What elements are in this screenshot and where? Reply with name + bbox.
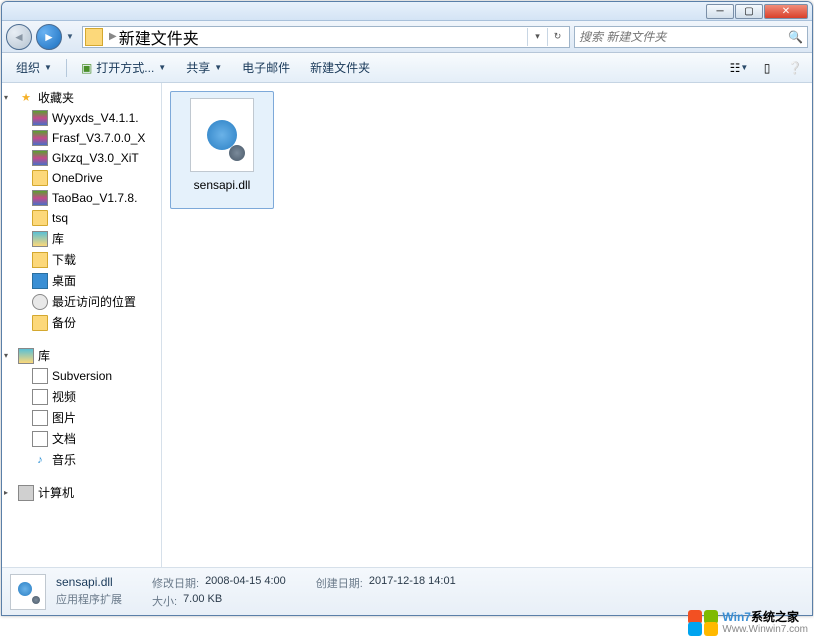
preview-pane-button[interactable]: ▯: [756, 57, 778, 79]
collapse-icon[interactable]: ▾: [4, 351, 8, 360]
forward-button[interactable]: ►: [36, 24, 62, 50]
history-dropdown[interactable]: ▼: [66, 32, 78, 41]
dropdown-icon: ▼: [214, 63, 222, 72]
dll-file-icon: [190, 98, 254, 172]
navigation-pane[interactable]: ▾ ★ 收藏夹 Wyyxds_V4.1.1. Frasf_V3.7.0.0_X …: [2, 83, 162, 567]
archive-icon: [32, 130, 48, 146]
close-button[interactable]: ✕: [764, 4, 808, 19]
libraries-header[interactable]: ▾ 库: [2, 345, 161, 366]
size-value: 7.00 KB: [183, 593, 222, 609]
refresh-button[interactable]: ↻: [547, 28, 567, 46]
explorer-window: ─ ▢ ✕ ◄ ► ▼ ▶ 新建文件夹 ▾ ↻ 🔍 组织 ▼ ▣ 打开方式...…: [1, 1, 813, 616]
sidebar-item[interactable]: 图片: [2, 407, 161, 428]
created-label: 创建日期:: [316, 575, 363, 591]
archive-icon: [32, 150, 48, 166]
sidebar-item[interactable]: Subversion: [2, 366, 161, 386]
expand-icon[interactable]: ▸: [4, 488, 8, 497]
file-name: sensapi.dll: [194, 178, 251, 192]
folder-icon: [32, 170, 48, 186]
details-pane: sensapi.dll 应用程序扩展 修改日期:2008-04-15 4:00 …: [2, 567, 812, 615]
content-area[interactable]: sensapi.dll: [162, 83, 812, 567]
library-icon: [32, 231, 48, 247]
sidebar-item[interactable]: Glxzq_V3.0_XiT: [2, 148, 161, 168]
sidebar-item[interactable]: 桌面: [2, 270, 161, 291]
collapse-icon[interactable]: ▾: [4, 93, 8, 102]
dll-file-icon: [10, 574, 46, 610]
computer-icon: [18, 485, 34, 501]
path-segment[interactable]: 新建文件夹: [119, 25, 199, 49]
address-dropdown[interactable]: ▾: [527, 28, 547, 46]
sidebar-item[interactable]: OneDrive: [2, 168, 161, 188]
titlebar: ─ ▢ ✕: [2, 2, 812, 21]
sidebar-item[interactable]: ♪音乐: [2, 449, 161, 470]
sidebar-item[interactable]: 下载: [2, 249, 161, 270]
folder-icon: [85, 28, 103, 46]
windows-logo-icon: [688, 610, 718, 636]
sidebar-item[interactable]: 备份: [2, 312, 161, 333]
library-icon: [18, 348, 34, 364]
path-separator-icon: ▶: [109, 31, 117, 42]
sidebar-item[interactable]: TaoBao_V1.7.8.: [2, 188, 161, 208]
search-input[interactable]: [579, 30, 788, 44]
download-icon: [32, 252, 48, 268]
picture-icon: [32, 410, 48, 426]
separator: [66, 59, 67, 77]
sidebar-item[interactable]: 库: [2, 228, 161, 249]
minimize-button[interactable]: ─: [706, 4, 734, 19]
details-type: 应用程序扩展: [56, 591, 122, 607]
navigation-bar: ◄ ► ▼ ▶ 新建文件夹 ▾ ↻ 🔍: [2, 21, 812, 53]
watermark: Win7系统之家 Www.Winwin7.com: [688, 610, 808, 636]
toolbar: 组织 ▼ ▣ 打开方式... ▼ 共享 ▼ 电子邮件 新建文件夹 ☷ ▼ ▯ ❔: [2, 53, 812, 83]
document-icon: [32, 368, 48, 384]
share-button[interactable]: 共享 ▼: [178, 56, 230, 79]
open-with-button[interactable]: ▣ 打开方式... ▼: [73, 56, 174, 79]
computer-header[interactable]: ▸ 计算机: [2, 482, 161, 503]
size-label: 大小:: [152, 593, 177, 609]
body: ▾ ★ 收藏夹 Wyyxds_V4.1.1. Frasf_V3.7.0.0_X …: [2, 83, 812, 567]
back-button[interactable]: ◄: [6, 24, 32, 50]
search-box[interactable]: 🔍: [574, 26, 808, 48]
sidebar-item[interactable]: 视频: [2, 386, 161, 407]
details-filename: sensapi.dll: [56, 575, 122, 589]
search-icon[interactable]: 🔍: [788, 30, 803, 44]
new-folder-button[interactable]: 新建文件夹: [302, 56, 378, 79]
document-icon: [32, 431, 48, 447]
star-icon: ★: [18, 90, 34, 106]
sidebar-item[interactable]: tsq: [2, 208, 161, 228]
modified-value: 2008-04-15 4:00: [205, 575, 286, 591]
sidebar-item[interactable]: 最近访问的位置: [2, 291, 161, 312]
help-button[interactable]: ❔: [784, 57, 806, 79]
archive-icon: [32, 190, 48, 206]
favorites-header[interactable]: ▾ ★ 收藏夹: [2, 87, 161, 108]
email-button[interactable]: 电子邮件: [234, 56, 298, 79]
recent-icon: [32, 294, 48, 310]
desktop-icon: [32, 273, 48, 289]
maximize-button[interactable]: ▢: [735, 4, 763, 19]
archive-icon: [32, 110, 48, 126]
modified-label: 修改日期:: [152, 575, 199, 591]
dropdown-icon: ▼: [44, 63, 52, 72]
folder-icon: [32, 315, 48, 331]
sidebar-item[interactable]: Wyyxds_V4.1.1.: [2, 108, 161, 128]
gear-icon: [229, 145, 245, 161]
address-bar[interactable]: ▶ 新建文件夹 ▾ ↻: [82, 26, 570, 48]
music-icon: ♪: [32, 452, 48, 468]
sidebar-item[interactable]: 文档: [2, 428, 161, 449]
organize-button[interactable]: 组织 ▼: [8, 56, 60, 79]
sidebar-item[interactable]: Frasf_V3.7.0.0_X: [2, 128, 161, 148]
file-item-selected[interactable]: sensapi.dll: [170, 91, 274, 209]
video-icon: [32, 389, 48, 405]
folder-icon: [32, 210, 48, 226]
created-value: 2017-12-18 14:01: [369, 575, 456, 591]
view-options-button[interactable]: ☷ ▼: [728, 57, 750, 79]
dropdown-icon: ▼: [158, 63, 166, 72]
